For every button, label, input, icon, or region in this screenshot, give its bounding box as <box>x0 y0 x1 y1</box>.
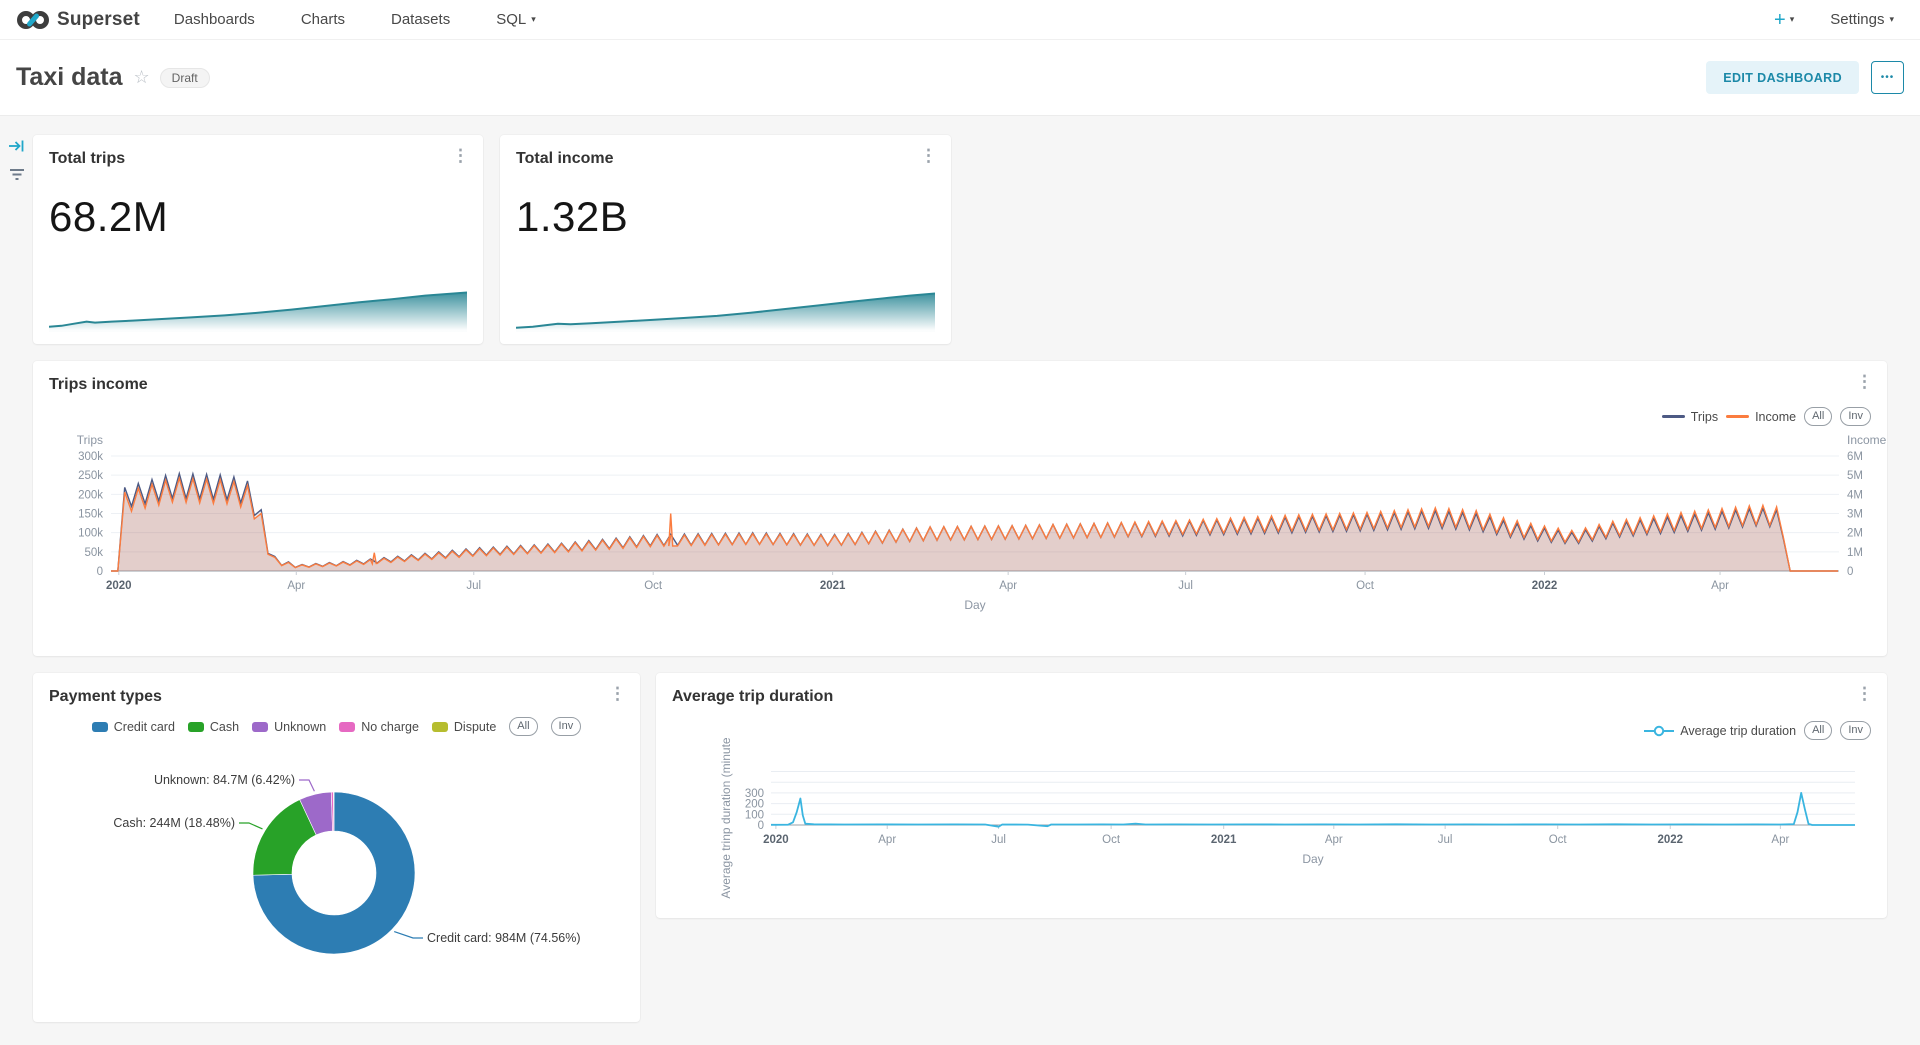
filter-icon[interactable] <box>8 165 26 188</box>
brand-name: Superset <box>57 9 140 31</box>
caret-down-icon: ▾ <box>1889 14 1894 25</box>
svg-text:100k: 100k <box>78 528 103 540</box>
svg-text:200k: 200k <box>78 489 103 501</box>
donut-callout-unknown: Unknown: 84.7M (6.42%) <box>154 773 295 787</box>
total-income-sparkline <box>516 280 935 332</box>
nav-items: Dashboards Charts Datasets SQL▾ <box>174 11 536 28</box>
page-title: Taxi data <box>16 63 123 92</box>
chart-title: Trips income <box>49 376 148 394</box>
svg-text:Apr: Apr <box>1771 834 1789 846</box>
expand-filter-bar-icon[interactable] <box>8 137 26 160</box>
chart-title: Payment types <box>49 688 162 706</box>
legend-item-no-charge[interactable]: No charge <box>339 720 419 734</box>
card-avg-trip-duration: Average trip duration ⋮ Average trip dur… <box>656 673 1887 918</box>
favorite-star-icon[interactable]: ☆ <box>134 67 150 88</box>
avg-duration-ylabel: Average trinp duration (minute <box>719 737 733 899</box>
svg-text:Income: Income <box>1847 433 1887 447</box>
big-number-value: 1.32B <box>516 193 628 241</box>
legend-pill-inv[interactable]: Inv <box>551 717 582 736</box>
svg-text:Jul: Jul <box>991 834 1006 846</box>
svg-text:2M: 2M <box>1847 528 1863 540</box>
new-item-button[interactable]: + ▾ <box>1774 10 1794 30</box>
svg-text:2022: 2022 <box>1532 580 1558 592</box>
svg-text:2022: 2022 <box>1657 834 1683 846</box>
superset-infinity-icon <box>16 9 50 31</box>
dashboard-header: Taxi data ☆ Draft EDIT DASHBOARD ••• <box>0 40 1920 116</box>
nav-item-sql[interactable]: SQL▾ <box>496 11 536 28</box>
nav-item-charts[interactable]: Charts <box>301 11 345 28</box>
svg-text:0: 0 <box>758 820 764 832</box>
trips-income-chart[interactable]: 300k 250k 200k 150k 100k 50k 0 6M 5M 4M 3M 2M 1M 0 Tri… <box>33 416 1887 656</box>
svg-text:Day: Day <box>1302 852 1323 866</box>
header-more-button[interactable]: ••• <box>1871 61 1904 94</box>
dashboard-canvas: Total trips ⋮ 68.2M Total income ⋮ 1.32B… <box>0 117 1920 1045</box>
svg-text:Oct: Oct <box>1549 834 1568 846</box>
svg-text:0: 0 <box>1847 566 1853 578</box>
legend-item-unknown[interactable]: Unknown <box>252 720 326 734</box>
avg-duration-chart[interactable]: 3002001000Average trinp duration (minute… <box>656 673 1887 918</box>
svg-text:Jul: Jul <box>1178 580 1193 592</box>
svg-text:Apr: Apr <box>1711 580 1729 592</box>
svg-text:Apr: Apr <box>999 580 1017 592</box>
svg-text:Oct: Oct <box>644 580 663 592</box>
svg-text:Oct: Oct <box>1356 580 1375 592</box>
svg-text:5M: 5M <box>1847 470 1863 482</box>
legend-item-credit-card[interactable]: Credit card <box>92 720 175 734</box>
plus-icon: + <box>1774 10 1786 30</box>
chart-menu-button[interactable]: ⋮ <box>609 685 626 702</box>
svg-text:Apr: Apr <box>1325 834 1343 846</box>
svg-text:50k: 50k <box>84 547 103 559</box>
chart-menu-button[interactable]: ⋮ <box>920 147 937 164</box>
card-total-trips: Total trips ⋮ 68.2M <box>33 135 483 344</box>
nav-right: + ▾ Settings ▾ <box>1774 10 1894 30</box>
top-nav: Superset Dashboards Charts Datasets SQL▾… <box>0 0 1920 40</box>
legend-item-cash[interactable]: Cash <box>188 720 239 734</box>
svg-text:Jul: Jul <box>1438 834 1453 846</box>
svg-text:Jul: Jul <box>466 580 481 592</box>
chart-title: Total income <box>516 150 614 168</box>
edit-dashboard-button[interactable]: EDIT DASHBOARD <box>1706 61 1859 94</box>
chart-menu-button[interactable]: ⋮ <box>452 147 469 164</box>
donut-callout-cash: Cash: 244M (18.48%) <box>113 816 235 830</box>
svg-text:150k: 150k <box>78 509 103 521</box>
svg-text:4M: 4M <box>1847 489 1863 501</box>
settings-menu[interactable]: Settings ▾ <box>1830 11 1894 28</box>
superset-logo[interactable]: Superset <box>16 9 140 31</box>
payment-types-donut-chart[interactable]: Credit card: 984M (74.56%) Cash: 244M (18… <box>33 761 640 1016</box>
svg-text:250k: 250k <box>78 470 103 482</box>
svg-text:300k: 300k <box>78 451 103 463</box>
svg-text:Trips: Trips <box>77 433 103 447</box>
caret-down-icon: ▾ <box>531 14 536 25</box>
donut-callout-credit-card: Credit card: 984M (74.56%) <box>427 931 581 945</box>
legend-item-dispute[interactable]: Dispute <box>432 720 496 734</box>
svg-text:0: 0 <box>97 566 103 578</box>
chart-menu-button[interactable]: ⋮ <box>1856 373 1873 390</box>
chart-title: Total trips <box>49 150 125 168</box>
card-payment-types: Payment types ⋮ Credit card Cash Unknown No… <box>33 673 640 1022</box>
nav-item-datasets[interactable]: Datasets <box>391 11 450 28</box>
legend-pill-all[interactable]: All <box>509 717 537 736</box>
card-total-income: Total income ⋮ 1.32B <box>500 135 951 344</box>
svg-text:3M: 3M <box>1847 509 1863 521</box>
payment-types-legend: Credit card Cash Unknown No charge Dispute Al… <box>33 717 640 736</box>
svg-text:Apr: Apr <box>878 834 896 846</box>
big-number-value: 68.2M <box>49 193 168 241</box>
card-trips-income: Trips income ⋮ TripsIncomeAllInv 300k250… <box>33 361 1887 656</box>
svg-text:Day: Day <box>964 598 985 612</box>
svg-text:2021: 2021 <box>820 580 846 592</box>
svg-text:2020: 2020 <box>763 834 789 846</box>
status-badge: Draft <box>160 68 210 88</box>
svg-text:6M: 6M <box>1847 451 1863 463</box>
svg-text:Oct: Oct <box>1102 834 1121 846</box>
svg-text:2020: 2020 <box>106 580 132 592</box>
svg-text:2021: 2021 <box>1211 834 1237 846</box>
caret-down-icon: ▾ <box>1790 14 1795 25</box>
svg-text:1M: 1M <box>1847 547 1863 559</box>
nav-item-dashboards[interactable]: Dashboards <box>174 11 255 28</box>
svg-text:Apr: Apr <box>287 580 305 592</box>
total-trips-sparkline <box>49 280 467 332</box>
